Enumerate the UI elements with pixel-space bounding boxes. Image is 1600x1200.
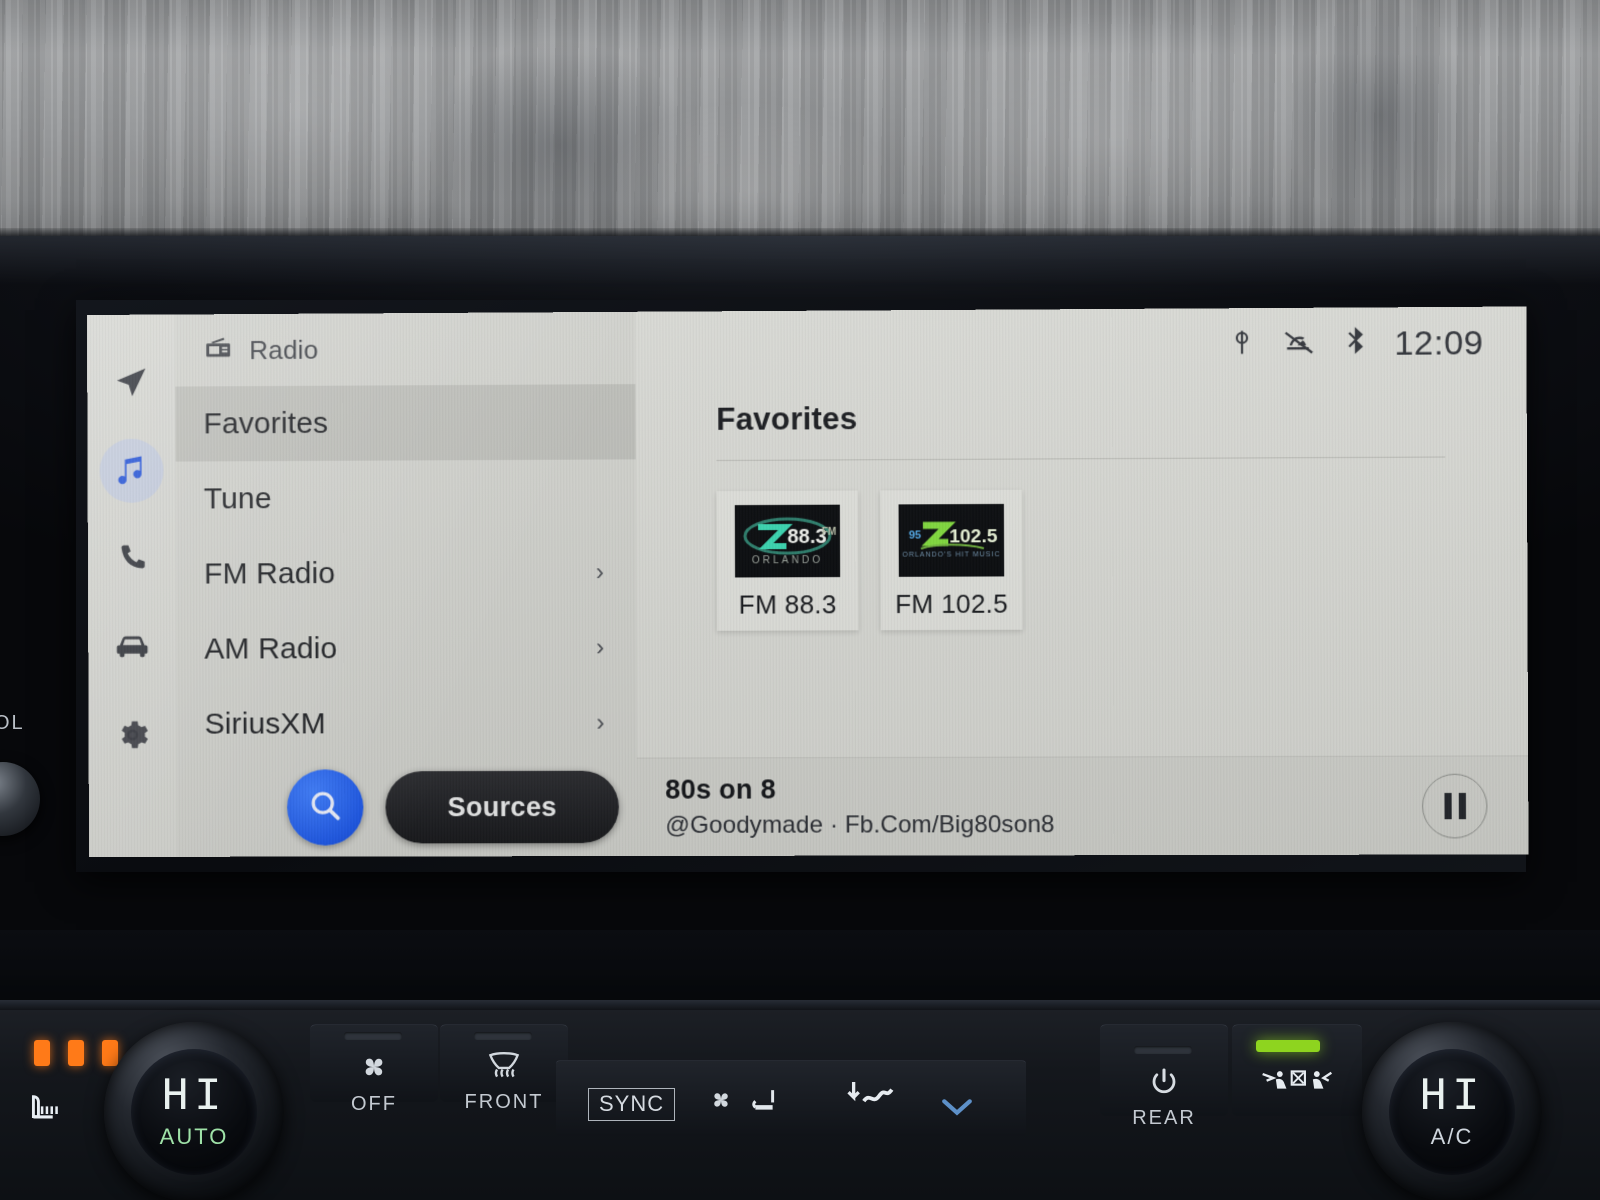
menu-item-label: Favorites [203, 406, 329, 440]
airflow-icon [1260, 1070, 1334, 1102]
dash-gloss [0, 236, 1600, 306]
fan-off-indicator [344, 1032, 402, 1040]
seat-heater-leds [34, 1040, 118, 1066]
windshield-view [0, 0, 1600, 280]
seat-heat-led [102, 1040, 118, 1066]
rail-item-media[interactable] [99, 438, 164, 503]
defroster-icon [485, 1052, 523, 1086]
chevron-right-icon: › [595, 558, 604, 586]
chevron-down-icon[interactable] [940, 1096, 974, 1123]
clock: 12:09 [1394, 323, 1484, 363]
content-pane: 12:09 Favorites 88.3 FM ORLANDO FM 88.3 … [635, 306, 1529, 857]
airflow-face-icon [748, 1086, 780, 1119]
phone-icon [114, 541, 150, 577]
menu-header: Radio [175, 312, 635, 387]
search-icon [306, 786, 344, 829]
favorite-tile[interactable]: 95 102.5 ORLANDO'S HIT MUSIC FM 102.5 [880, 489, 1023, 631]
menu-item-fm-radio[interactable]: FM Radio › [176, 535, 636, 612]
airflow-mode-led [1256, 1040, 1320, 1052]
wireless-charging-icon [1229, 327, 1256, 362]
menu-item-label: SiriusXM [204, 706, 326, 741]
dashboard-photo: OL Radio Favorites Tune FM Radio › AM Ra… [0, 0, 1600, 1200]
fan-off-button[interactable]: OFF [312, 1050, 436, 1116]
pause-button[interactable] [1421, 773, 1488, 838]
station-logo: 95 102.5 ORLANDO'S HIT MUSIC [898, 503, 1005, 577]
menu-item-label: Tune [203, 481, 272, 515]
rail-item-settings[interactable] [100, 703, 164, 767]
menu-header-label: Radio [249, 334, 319, 365]
favorite-label: FM 102.5 [895, 588, 1009, 620]
heated-seat-icon [18, 1095, 72, 1146]
menu-item-tune[interactable]: Tune [176, 459, 636, 536]
power-icon [1148, 1068, 1180, 1102]
menu-item-label: AM Radio [204, 631, 338, 666]
driver-temp-mode: AUTO [159, 1124, 229, 1149]
menu-item-am-radio[interactable]: AM Radio › [176, 610, 636, 687]
radio-icon [203, 333, 233, 368]
fan-icon [355, 1058, 393, 1088]
status-bar: 12:09 [635, 306, 1526, 384]
front-defrost-label: FRONT [464, 1091, 544, 1113]
sources-button[interactable]: Sources [385, 770, 620, 844]
car-icon [113, 628, 151, 666]
rear-defrost-indicator [1134, 1046, 1192, 1054]
svg-text:ORLANDO'S HIT MUSIC: ORLANDO'S HIT MUSIC [902, 551, 1000, 558]
station-logo: 88.3 FM ORLANDO [734, 504, 841, 578]
radio-menu-column: Radio Favorites Tune FM Radio › AM Radio… [175, 311, 727, 857]
page-title: Favorites [716, 400, 858, 437]
menu-item-favorites[interactable]: Favorites [175, 384, 636, 462]
pause-icon [1443, 792, 1452, 819]
rail-item-phone[interactable] [100, 527, 164, 591]
passenger-temp-value: HI [1419, 1071, 1485, 1123]
screen-lower-bezel [0, 930, 1600, 1006]
mute-notification-icon [1282, 326, 1319, 362]
svg-text:FM: FM [822, 527, 837, 538]
now-playing-bar: 80s on 8 @Goodymade · Fb.Com/Big80son8 [636, 755, 1529, 857]
navigation-arrow-icon [112, 364, 150, 402]
front-defrost-indicator [474, 1032, 532, 1040]
now-playing-title: 80s on 8 [665, 774, 776, 805]
driver-temp-value: HI [161, 1071, 227, 1123]
now-playing-subtitle: @Goodymade · Fb.Com/Big80son8 [665, 810, 1055, 839]
climate-control-panel: HI AUTO OFF FRONT SYNC REAR HI A/C [0, 1010, 1600, 1200]
bluetooth-icon [1345, 325, 1368, 362]
menu-item-label: FM Radio [203, 556, 336, 591]
search-button[interactable] [286, 769, 364, 846]
airflow-mode-icon [846, 1078, 902, 1119]
seat-heat-led [68, 1040, 84, 1066]
svg-text:95: 95 [909, 529, 921, 541]
passenger-temp-mode: A/C [1430, 1124, 1474, 1149]
rear-defrost-button[interactable]: REAR [1102, 1066, 1226, 1130]
sync-button[interactable]: SYNC [588, 1088, 676, 1121]
heated-seat-button[interactable] [18, 1088, 72, 1147]
driver-temp-display: HI AUTO [131, 1049, 257, 1175]
favorites-grid: 88.3 FM ORLANDO FM 88.3 95 102.5 ORLANDO… [636, 457, 1528, 631]
pause-icon [1458, 792, 1466, 819]
rail-item-vehicle[interactable] [100, 615, 164, 679]
driver-temperature-knob[interactable]: HI AUTO [104, 1022, 284, 1200]
rear-defrost-label: REAR [1132, 1107, 1196, 1129]
front-defrost-button[interactable]: FRONT [442, 1050, 566, 1114]
airflow-mode-button[interactable] [1236, 1066, 1358, 1103]
volume-label: OL [0, 712, 25, 734]
passenger-temp-display: HI A/C [1389, 1049, 1515, 1175]
seat-heat-led [34, 1040, 50, 1066]
infotainment-ui: Radio Favorites Tune FM Radio › AM Radio… [86, 306, 1529, 858]
favorite-tile[interactable]: 88.3 FM ORLANDO FM 88.3 [716, 490, 859, 631]
gear-icon [115, 717, 151, 753]
fan-off-label: OFF [351, 1093, 397, 1115]
passenger-temperature-knob[interactable]: HI A/C [1362, 1022, 1542, 1200]
chevron-right-icon: › [596, 709, 605, 737]
music-note-icon [111, 451, 151, 491]
now-playing-text: 80s on 8 @Goodymade · Fb.Com/Big80son8 [665, 774, 1055, 840]
chevron-right-icon: › [595, 633, 605, 661]
fan-speed-icon [706, 1086, 736, 1119]
rail-item-navigation[interactable] [99, 351, 163, 415]
favorite-label: FM 88.3 [738, 589, 837, 620]
app-rail [86, 314, 178, 858]
svg-text:ORLANDO: ORLANDO [752, 555, 823, 566]
menu-item-siriusxm[interactable]: SiriusXM › [176, 685, 636, 761]
